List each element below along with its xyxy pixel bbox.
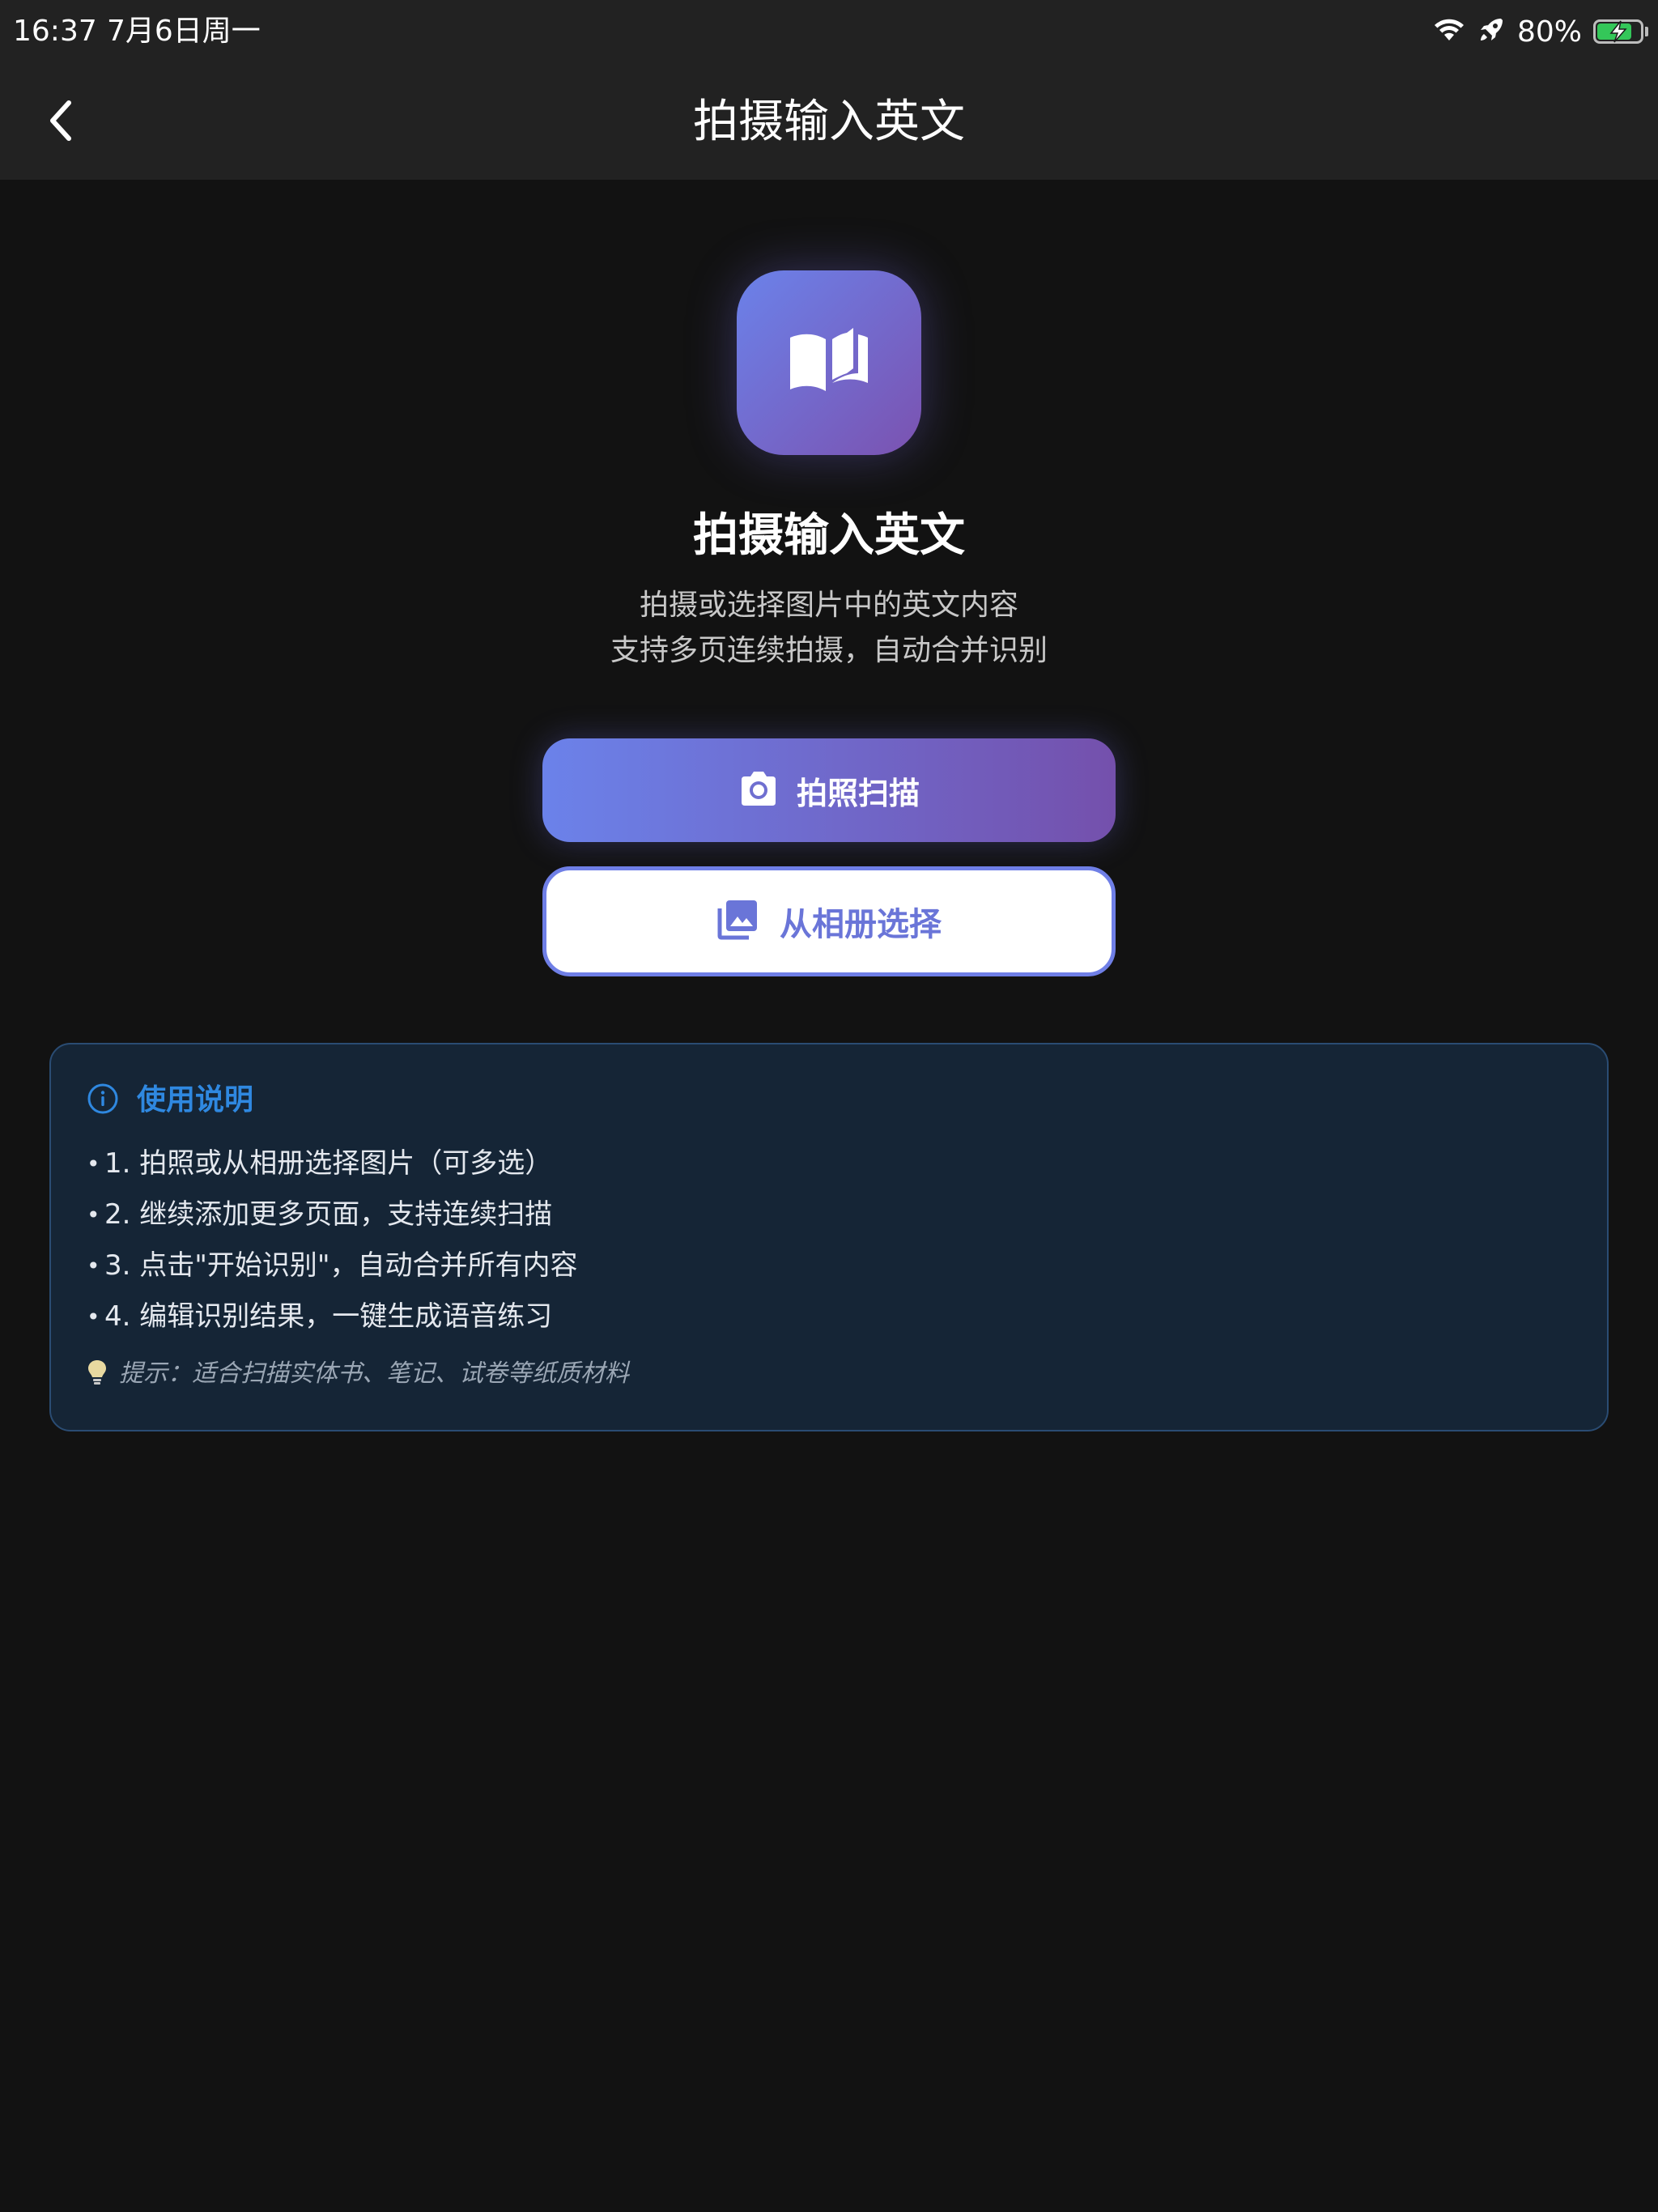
camera-icon: [738, 770, 779, 810]
list-item: • 2. 继续添加更多页面，支持连续扫描: [87, 1189, 578, 1240]
instruction-text: 2. 继续添加更多页面，支持连续扫描: [104, 1198, 553, 1231]
instruction-text: 3. 点击"开始识别"，自动合并所有内容: [104, 1249, 578, 1282]
nav-bar: 拍摄输入英文: [0, 65, 1658, 180]
hero-icon-tile: [737, 270, 921, 455]
battery-percent: 80%: [1516, 15, 1582, 49]
bullet: •: [87, 1304, 100, 1330]
subtitle-line-2: 支持多页连续拍摄，自动合并识别: [610, 634, 1048, 667]
wifi-icon: [1433, 18, 1465, 45]
open-book-icon: [787, 326, 871, 399]
instructions-card: 使用说明 • 1. 拍照或从相册选择图片（可多选） • 2. 继续添加更多页面，支持…: [49, 1043, 1609, 1431]
battery-outline: [1593, 19, 1643, 44]
bullet: •: [87, 1202, 100, 1228]
instructions-header: 使用说明: [87, 1080, 253, 1121]
list-item: • 1. 拍照或从相册选择图片（可多选）: [87, 1138, 578, 1189]
instructions-title: 使用说明: [137, 1083, 254, 1117]
instruction-text: 4. 编辑识别结果，一键生成语音练习: [104, 1300, 553, 1333]
tip-text: 提示：适合扫描实体书、笔记、试卷等纸质材料: [119, 1359, 629, 1388]
nav-title: 拍摄输入英文: [693, 96, 965, 148]
tip-row: 提示：适合扫描实体书、笔记、试卷等纸质材料: [87, 1354, 629, 1394]
bullet: •: [87, 1253, 100, 1279]
status-bar: 16:37 7月6日周一 80%: [0, 0, 1658, 65]
list-item: • 3. 点击"开始识别"，自动合并所有内容: [87, 1240, 578, 1291]
bolt-icon: [1609, 20, 1627, 43]
photo-library-icon: [716, 899, 759, 944]
page-heading: 拍摄输入英文: [693, 509, 965, 562]
lightbulb-icon: [87, 1359, 108, 1389]
battery-tip: [1645, 27, 1648, 36]
list-item: • 4. 编辑识别结果，一键生成语音练习: [87, 1291, 578, 1342]
battery-charging-icon: [1593, 19, 1648, 44]
status-indicators: 80%: [1433, 11, 1648, 52]
instructions-list: • 1. 拍照或从相册选择图片（可多选） • 2. 继续添加更多页面，支持连续扫描 …: [87, 1138, 578, 1342]
choose-from-album-label: 从相册选择: [780, 906, 942, 943]
status-time: 16:37: [13, 15, 97, 48]
choose-from-album-button[interactable]: 从相册选择: [542, 866, 1116, 976]
status-date: 7月6日周一: [107, 15, 261, 48]
subtitle-line-1: 拍摄或选择图片中的英文内容: [639, 589, 1018, 622]
camera-scan-button[interactable]: 拍照扫描: [542, 738, 1116, 842]
bullet: •: [87, 1151, 100, 1177]
info-icon: [87, 1083, 119, 1118]
camera-scan-label: 拍照扫描: [796, 775, 920, 811]
instruction-text: 1. 拍照或从相册选择图片（可多选）: [104, 1147, 553, 1180]
rocket-icon: [1477, 15, 1506, 48]
